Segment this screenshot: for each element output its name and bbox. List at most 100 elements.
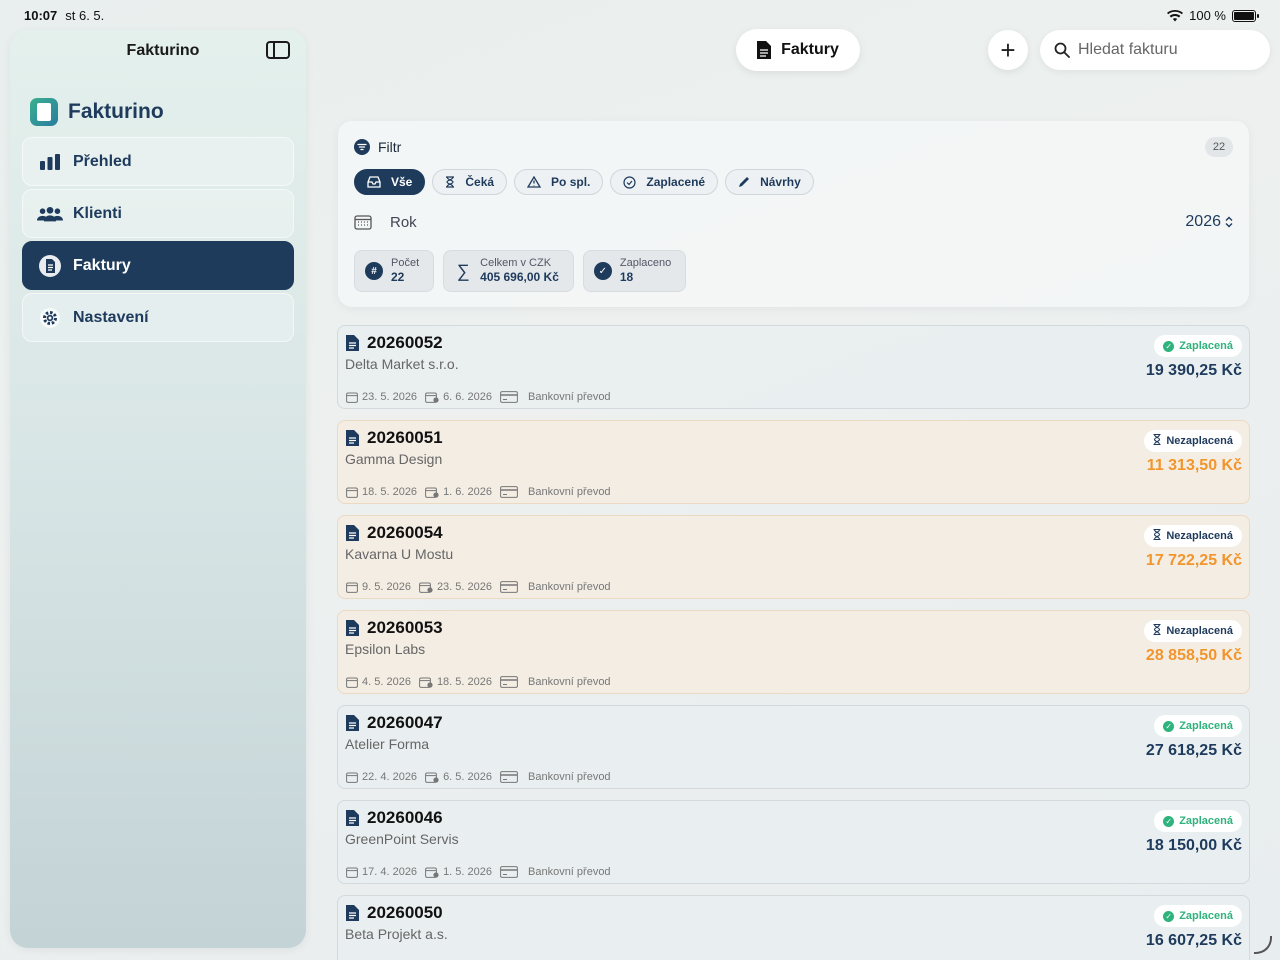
status-badge: ✓ Zaplacená: [1154, 905, 1242, 927]
invoice-row[interactable]: 20260047 Atelier Forma 22. 4. 2026 6. 5.…: [337, 705, 1250, 789]
year-picker[interactable]: 2026: [1185, 213, 1233, 231]
hourglass-icon: [1153, 433, 1161, 448]
calendar-icon: [346, 392, 358, 403]
year-row[interactable]: Rok 2026: [354, 213, 1233, 231]
page-title: Faktury: [781, 41, 839, 58]
status-label: Zaplacená: [1179, 815, 1233, 827]
document-icon: [346, 715, 359, 731]
sidebar-item-nastaveni[interactable]: Nastavení: [22, 293, 294, 342]
filter-icon: [354, 139, 370, 155]
invoice-number: 20260051: [367, 428, 443, 447]
sigma-icon: ∑: [456, 260, 470, 281]
stat-value: 22: [391, 270, 405, 284]
invoice-number: 20260054: [367, 523, 443, 542]
sidebar-item-prehled[interactable]: Přehled: [22, 137, 294, 186]
filter-count-badge: 22: [1205, 137, 1233, 157]
search-field[interactable]: [1040, 30, 1270, 70]
checkmark-circle-icon: ✓: [1163, 340, 1175, 352]
stat-value: 405 696,00 Kč: [480, 270, 559, 284]
invoice-row[interactable]: 20260050 Beta Projekt a.s. ✓ Zaplacená 1…: [337, 895, 1250, 960]
sidebar-item-label: Nastavení: [73, 308, 149, 326]
due-date: 18. 5. 2026: [436, 676, 492, 688]
invoice-meta: 4. 5. 2026 18. 5. 2026 Bankovní převod: [346, 676, 611, 688]
invoice-list: 20260052 Delta Market s.r.o. 23. 5. 2026…: [337, 325, 1250, 960]
chip-po-splatnosti[interactable]: Po spl.: [514, 169, 604, 195]
invoice-number: 20260047: [367, 713, 443, 732]
due-date: 6. 6. 2026: [443, 391, 492, 403]
payment-method: Bankovní převod: [528, 676, 611, 688]
year-label: Rok: [390, 213, 417, 231]
search-input[interactable]: [1078, 41, 1248, 59]
invoice-client: Epsilon Labs: [345, 641, 426, 657]
invoice-row[interactable]: 20260053 Epsilon Labs 4. 5. 2026 18. 5. …: [337, 610, 1250, 694]
credit-card-icon: [500, 866, 518, 878]
invoice-client: GreenPoint Servis: [345, 831, 459, 847]
credit-card-icon: [500, 581, 518, 593]
document-icon: [346, 810, 359, 826]
invoice-amount: 27 618,25 Kč: [1145, 742, 1242, 759]
chip-label: Po spl.: [551, 175, 591, 189]
gear-icon: [37, 307, 63, 329]
calendar-clock-icon: [425, 867, 439, 878]
calendar-icon: [354, 215, 372, 230]
status-badge: ✓ Zaplacená: [1154, 810, 1242, 832]
sidebar-item-label: Přehled: [73, 152, 132, 170]
hourglass-icon: [1153, 623, 1161, 638]
calendar-clock-icon: [425, 392, 439, 403]
due-date: 6. 5. 2026: [443, 771, 492, 783]
battery-icon: [1232, 9, 1259, 22]
invoice-row[interactable]: 20260054 Kavarna U Mostu 9. 5. 2026 23. …: [337, 515, 1250, 599]
issue-date: 17. 4. 2026: [362, 866, 418, 878]
invoice-meta: 9. 5. 2026 23. 5. 2026 Bankovní převod: [346, 581, 611, 593]
issue-date: 23. 5. 2026: [362, 391, 418, 403]
checkmark-circle-icon: ✓: [1163, 910, 1175, 922]
chip-zaplacene[interactable]: Zaplacené: [610, 169, 719, 195]
invoice-row[interactable]: 20260046 GreenPoint Servis 17. 4. 2026 1…: [337, 800, 1250, 884]
invoice-amount: 18 150,00 Kč: [1145, 837, 1242, 854]
document-icon: [37, 254, 63, 277]
add-invoice-button[interactable]: +: [988, 30, 1028, 70]
stat-total: ∑ Celkem v CZK 405 696,00 Kč: [443, 250, 574, 292]
stat-value: 18: [619, 270, 634, 284]
issue-date: 9. 5. 2026: [362, 581, 411, 593]
payment-method: Bankovní převod: [528, 866, 611, 878]
chip-ceka[interactable]: Čeká: [432, 169, 508, 195]
status-time: 10:07: [24, 8, 58, 23]
toolbar-title-button[interactable]: Faktury: [736, 29, 860, 71]
invoice-row[interactable]: 20260051 Gamma Design 18. 5. 2026 1. 6. …: [337, 420, 1250, 504]
sidebar-toggle-icon[interactable]: [266, 41, 290, 59]
pencil-icon: [739, 177, 750, 187]
status-badge: Nezaplacená: [1144, 620, 1242, 642]
invoice-amount: 11 313,50 Kč: [1146, 457, 1242, 474]
sidebar-item-faktury[interactable]: Faktury: [22, 241, 294, 290]
status-label: Nezaplacená: [1166, 530, 1233, 542]
search-icon: [1054, 42, 1070, 58]
checkmark-circle-icon: [623, 175, 636, 189]
filter-title: Filtr: [378, 139, 402, 155]
calendar-icon: [346, 487, 358, 498]
stat-label: Počet: [391, 257, 420, 269]
resize-handle-icon[interactable]: [1254, 936, 1272, 954]
invoice-meta: 17. 4. 2026 1. 5. 2026 Bankovní převod: [346, 866, 611, 878]
status-label: Nezaplacená: [1166, 435, 1233, 447]
calendar-clock-icon: [425, 772, 439, 783]
calendar-clock-icon: [419, 677, 433, 688]
due-date: 1. 5. 2026: [443, 866, 492, 878]
issue-date: 4. 5. 2026: [362, 676, 411, 688]
payment-method: Bankovní převod: [528, 581, 611, 593]
app-logo-icon: [30, 98, 58, 126]
invoice-meta: 23. 5. 2026 6. 6. 2026 Bankovní převod: [346, 391, 611, 403]
chip-vse[interactable]: Vše: [354, 169, 426, 195]
status-badge: Nezaplacená: [1144, 525, 1242, 547]
invoice-row[interactable]: 20260052 Delta Market s.r.o. 23. 5. 2026…: [337, 325, 1250, 409]
warning-icon: [527, 176, 542, 188]
filter-card: Filtr 22 Vše Čeká Po spl. Zaplacené Návr…: [338, 121, 1249, 307]
sidebar-item-klienti[interactable]: Klienti: [22, 189, 294, 238]
calendar-clock-icon: [419, 582, 433, 593]
chip-navrhy[interactable]: Návrhy: [725, 169, 814, 195]
invoice-number: 20260050: [367, 903, 443, 922]
issue-date: 22. 4. 2026: [362, 771, 418, 783]
stats-row: # Počet 22 ∑ Celkem v CZK 405 696,00 Kč …: [354, 250, 687, 292]
invoice-amount: 19 390,25 Kč: [1145, 362, 1242, 379]
document-icon: [346, 905, 359, 921]
